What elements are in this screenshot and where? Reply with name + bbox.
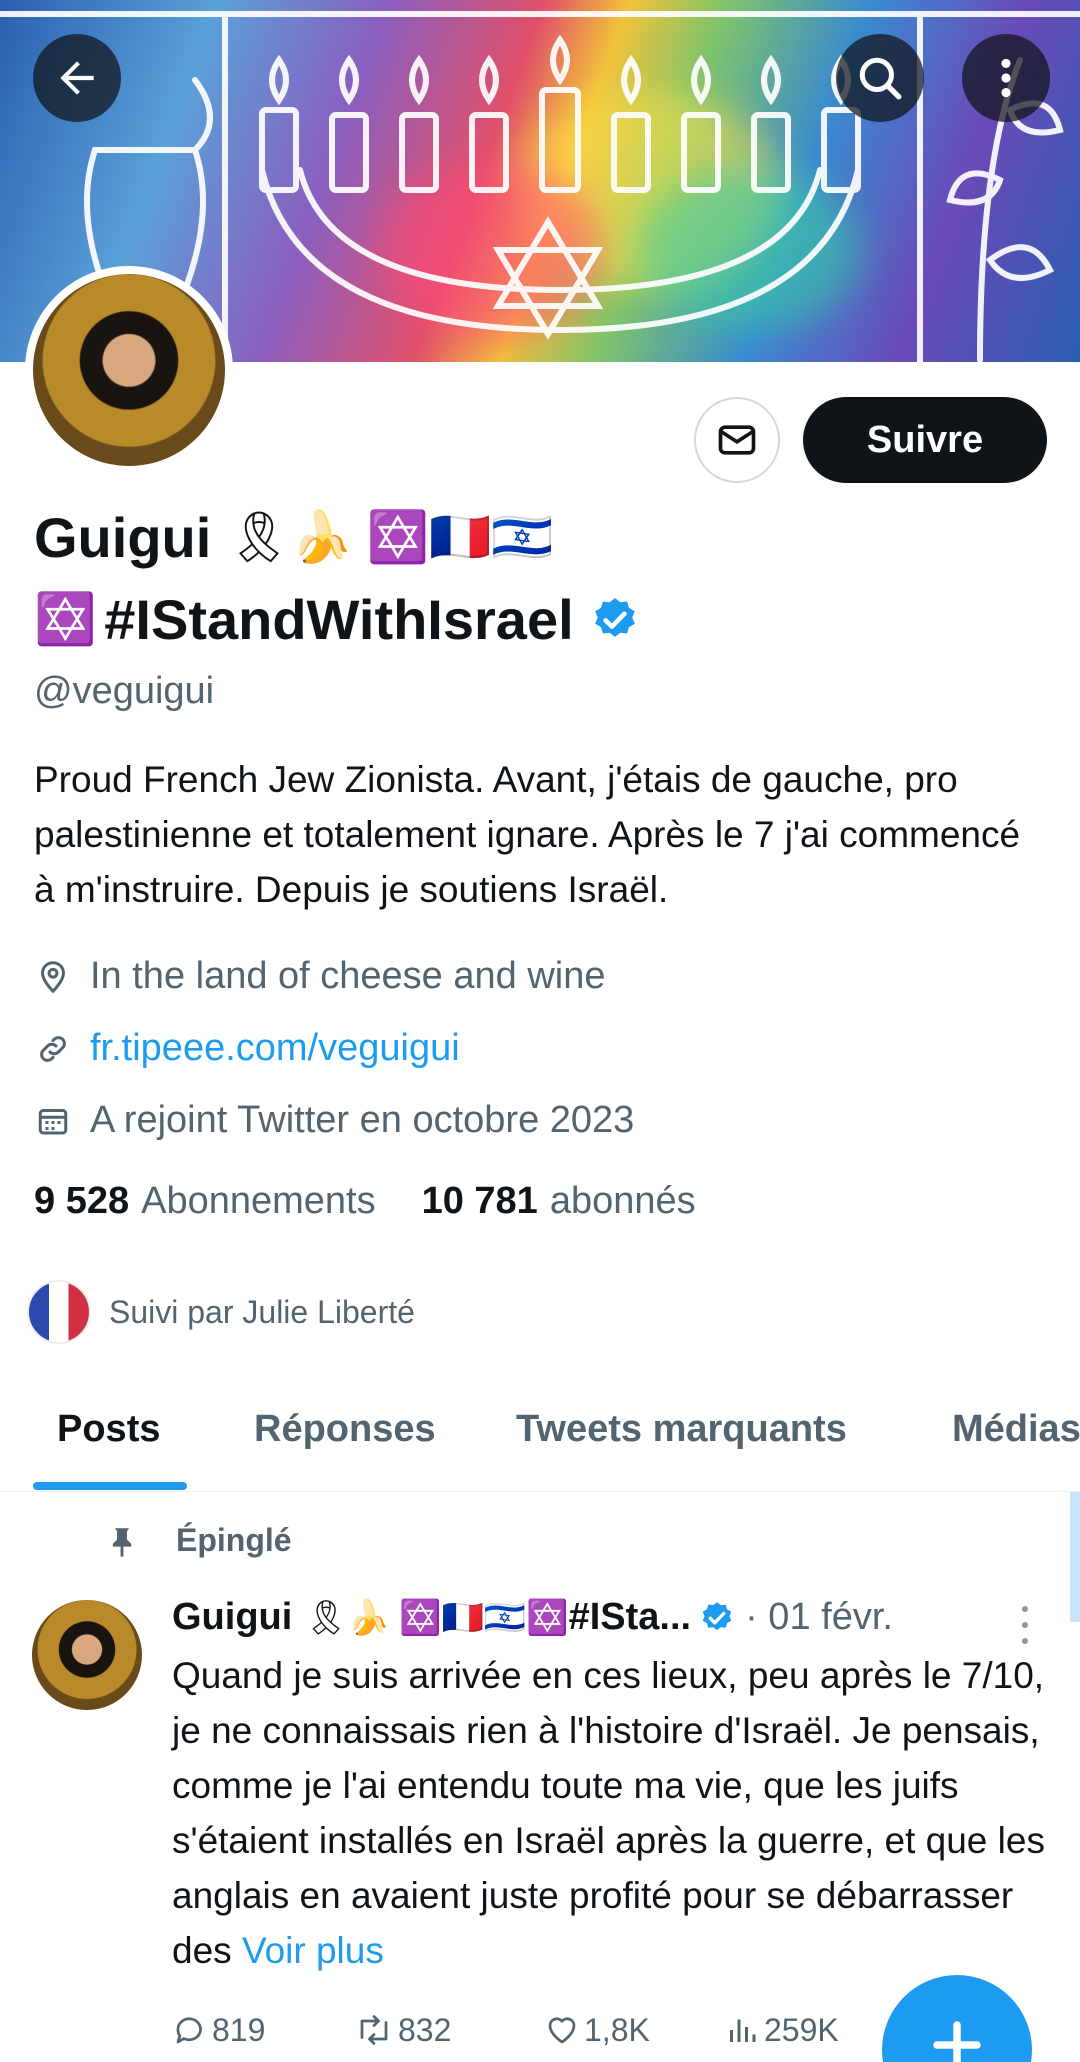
like-count: 1,8K bbox=[584, 2011, 650, 2048]
followers-count: 10 781 bbox=[421, 1180, 538, 1222]
tab-media[interactable]: Médias bbox=[952, 1408, 1080, 1451]
repost-button[interactable]: 832 bbox=[354, 2012, 451, 2049]
profile-handle: @veguigui bbox=[34, 670, 215, 712]
post-text: Quand je suis arrivée en ces lieux, peu … bbox=[172, 1655, 1045, 1971]
location-text: In the land of cheese and wine bbox=[90, 955, 606, 997]
followed-by-text: Suivi par Julie Liberté bbox=[109, 1293, 415, 1330]
see-more-link[interactable]: Voir plus bbox=[242, 1930, 384, 1971]
follow-button[interactable]: Suivre bbox=[803, 397, 1047, 483]
views-button[interactable]: 259K bbox=[724, 2012, 839, 2049]
repost-icon bbox=[360, 2015, 388, 2045]
search-button[interactable] bbox=[836, 34, 924, 122]
pin-icon bbox=[104, 1523, 140, 1559]
tab-highlights[interactable]: Tweets marquants bbox=[516, 1408, 847, 1451]
profile-bio: Proud French Jew Zionista. Avant, j'étai… bbox=[34, 759, 1021, 910]
compose-button[interactable] bbox=[882, 1975, 1032, 2062]
post-date[interactable]: · 01 févr. bbox=[745, 1596, 893, 1639]
joined-text: A rejoint Twitter en octobre 2023 bbox=[90, 1099, 635, 1141]
views-count: 259K bbox=[764, 2011, 839, 2048]
followed-by[interactable]: Suivi par Julie Liberté bbox=[27, 1280, 415, 1344]
location-row: In the land of cheese and wine bbox=[34, 955, 606, 998]
post-author-avatar[interactable] bbox=[32, 1600, 142, 1710]
avatar-image bbox=[33, 274, 225, 466]
repost-count: 832 bbox=[398, 2011, 452, 2048]
tab-replies[interactable]: Réponses bbox=[254, 1408, 436, 1451]
verified-badge-icon bbox=[594, 597, 635, 637]
post-more-button[interactable] bbox=[1010, 1600, 1040, 1650]
verified-badge-icon bbox=[702, 1601, 732, 1630]
message-button[interactable] bbox=[694, 397, 780, 483]
pinned-indicator: Épinglé bbox=[104, 1522, 292, 1559]
heart-icon bbox=[548, 2017, 576, 2044]
followers-link[interactable]: 10 781 abonnés bbox=[422, 1180, 696, 1223]
website-link[interactable]: fr.tipeee.com/veguigui bbox=[90, 1027, 460, 1070]
more-options-button[interactable] bbox=[962, 34, 1050, 122]
post-author-tag: #ISta... bbox=[568, 1596, 692, 1638]
scrollbar[interactable] bbox=[1070, 1492, 1080, 1622]
post-body[interactable]: Quand je suis arrivée en ces lieux, peu … bbox=[172, 1648, 1052, 1978]
post-author-emojis: 🎗🍌 ✡️🇫🇷🇮🇱✡️ bbox=[304, 1598, 569, 1637]
active-tab-indicator bbox=[33, 1482, 187, 1490]
profile-tabs: Posts Réponses Tweets marquants Médias bbox=[0, 1380, 1080, 1492]
profile-avatar[interactable] bbox=[25, 266, 233, 474]
views-icon bbox=[730, 2019, 756, 2042]
following-count: 9 528 bbox=[34, 1180, 130, 1222]
reply-button[interactable]: 819 bbox=[172, 2012, 265, 2049]
display-name-line2: ✡️ #IStandWithIsrael bbox=[34, 587, 640, 652]
plus-icon bbox=[933, 2021, 981, 2062]
search-icon bbox=[859, 57, 902, 100]
display-name: Guigui bbox=[34, 506, 212, 569]
follower-avatar bbox=[27, 1280, 91, 1344]
more-vertical-icon bbox=[1001, 58, 1011, 98]
reply-count: 819 bbox=[212, 2011, 266, 2048]
website-row: fr.tipeee.com/veguigui bbox=[34, 1027, 460, 1070]
following-label: Abonnements bbox=[141, 1180, 376, 1222]
display-name-line1: Guigui 🎗🍌 ✡️🇫🇷🇮🇱 bbox=[34, 505, 560, 570]
star-of-david-emoji: ✡️ bbox=[34, 591, 97, 647]
followers-label: abonnés bbox=[549, 1180, 696, 1222]
tab-posts[interactable]: Posts bbox=[57, 1408, 160, 1451]
display-name-hashtag: #IStandWithIsrael bbox=[104, 588, 574, 651]
post-header: Guigui 🎗🍌 ✡️🇫🇷🇮🇱✡️ #ISta... · 01 févr. bbox=[172, 1596, 1052, 1639]
follow-counts: 9 528 Abonnements 10 781 abonnés bbox=[34, 1180, 696, 1223]
following-link[interactable]: 9 528 Abonnements bbox=[34, 1180, 376, 1223]
envelope-icon bbox=[718, 425, 756, 455]
arrow-left-icon bbox=[60, 61, 94, 95]
joined-row: A rejoint Twitter en octobre 2023 bbox=[34, 1099, 634, 1142]
pinned-label: Épinglé bbox=[176, 1522, 292, 1558]
name-emojis: 🎗🍌 ✡️🇫🇷🇮🇱 bbox=[227, 509, 554, 565]
reply-icon bbox=[176, 2017, 202, 2044]
like-button[interactable]: 1,8K bbox=[544, 2012, 650, 2049]
link-icon bbox=[34, 1030, 72, 1068]
back-button[interactable] bbox=[33, 34, 121, 122]
location-pin-icon bbox=[34, 958, 72, 996]
calendar-icon bbox=[34, 1102, 72, 1140]
post-author-name[interactable]: Guigui bbox=[172, 1596, 292, 1639]
